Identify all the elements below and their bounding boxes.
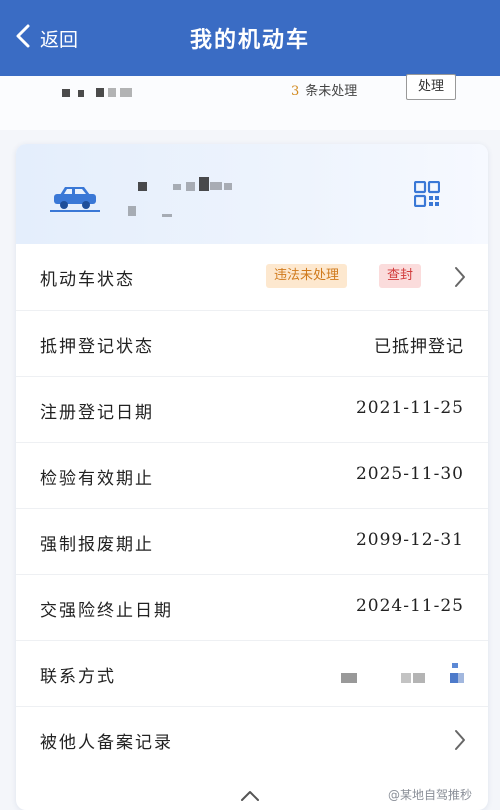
filed-records-label: 被他人备案记录 — [40, 733, 173, 753]
detail-value: 2025-11-30 — [355, 464, 464, 484]
detail-label: 强制报废期止 — [40, 535, 154, 555]
redacted-vehicle-info — [186, 182, 195, 191]
redacted-vehicle-info — [224, 183, 232, 190]
redacted-vehicle-info — [162, 214, 172, 217]
redacted-plate-number — [108, 88, 116, 97]
inspection-valid-until-row: 检验有效期止 2025-11-30 — [16, 442, 488, 508]
redacted-vehicle-info — [210, 182, 222, 190]
redacted-plate-number — [62, 89, 70, 97]
detail-label: 抵押登记状态 — [40, 337, 154, 357]
redacted-contact — [413, 673, 425, 683]
redacted-contact — [450, 673, 458, 683]
redacted-vehicle-info — [138, 182, 147, 191]
vehicle-status-label: 机动车状态 — [40, 270, 135, 290]
detail-label: 检验有效期止 — [40, 469, 154, 489]
mortgage-status-row: 抵押登记状态 已抵押登记 — [16, 310, 488, 376]
detail-value: 2099-12-31 — [355, 530, 464, 550]
redacted-contact — [452, 663, 458, 668]
seized-badge: 查封 — [379, 264, 422, 288]
vehicle-status-row[interactable]: 机动车状态 违法未处理 查封 — [16, 244, 488, 310]
redacted-plate-number — [120, 88, 132, 97]
detail-value: 2021-11-25 — [355, 398, 464, 418]
top-navigation-bar: 返回 我的机动车 — [0, 0, 500, 76]
violation-badge: 违法未处理 — [266, 264, 348, 288]
pending-count-text: 条未处理 — [305, 84, 358, 99]
watermark: @某地自驾推秒 — [388, 788, 473, 802]
contact-row: 联系方式 — [16, 640, 488, 706]
detail-label: 交强险终止日期 — [40, 601, 173, 621]
redacted-vehicle-info — [199, 177, 209, 191]
redacted-contact — [458, 673, 464, 683]
insurance-end-date-row: 交强险终止日期 2024-11-25 — [16, 574, 488, 640]
registration-date-row: 注册登记日期 2021-11-25 — [16, 376, 488, 442]
redacted-contact — [401, 673, 411, 683]
detail-label: 注册登记日期 — [40, 403, 154, 423]
detail-value: 2024-11-25 — [355, 596, 464, 616]
redacted-contact — [341, 673, 357, 683]
handle-violations-button[interactable]: 处理 — [406, 74, 456, 100]
detail-value: 已抵押登记 — [374, 337, 464, 357]
redacted-plate-number — [78, 90, 84, 97]
contact-label: 联系方式 — [40, 667, 116, 687]
redacted-vehicle-info — [173, 184, 181, 190]
redacted-vehicle-info — [128, 206, 136, 216]
filed-records-row[interactable]: 被他人备案记录 — [16, 706, 488, 772]
page-title: 我的机动车 — [189, 27, 310, 53]
scrap-deadline-row: 强制报废期止 2099-12-31 — [16, 508, 488, 574]
pending-count: 3 条未处理 — [291, 80, 357, 99]
pending-count-number: 3 — [291, 84, 300, 99]
redacted-plate-number — [96, 88, 104, 97]
vehicle-card-header — [16, 144, 488, 244]
